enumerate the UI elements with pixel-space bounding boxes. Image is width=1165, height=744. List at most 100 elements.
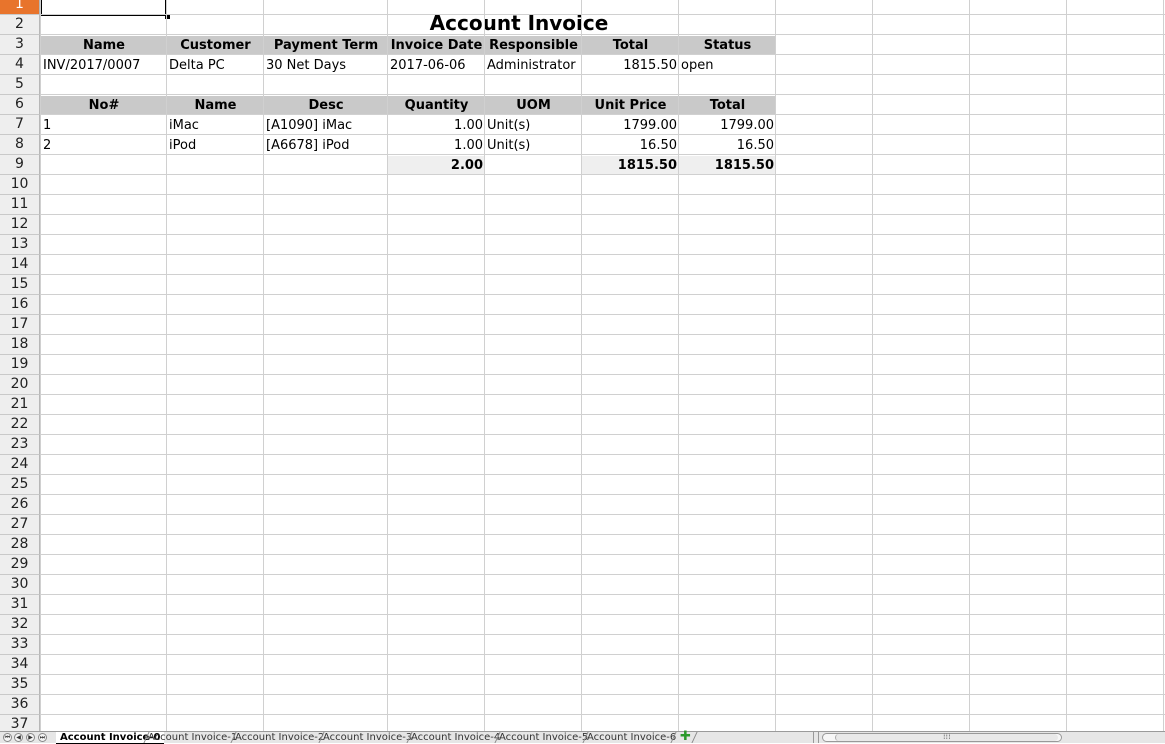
row-gridline — [40, 414, 1165, 415]
row-header-8[interactable]: 8 — [0, 135, 40, 155]
invoice-title: Account Invoice — [429, 12, 609, 34]
row-header-31[interactable]: 31 — [0, 595, 40, 615]
line-2-quantity[interactable]: 1.00 — [388, 136, 485, 155]
line-label-no[interactable]: No# — [41, 96, 167, 115]
spreadsheet-grid[interactable]: 1 2 3 4 5 6 7 8 9 10 11 12 13 14 15 16 17 18 19 20 21 22 23 24 2… — [0, 0, 1165, 731]
row-header-5[interactable]: 5 — [0, 75, 40, 95]
add-sheet-icon[interactable]: ✚ — [680, 730, 691, 743]
row-header-33[interactable]: 33 — [0, 635, 40, 655]
line-label-name[interactable]: Name — [167, 96, 264, 115]
total-amount[interactable]: 1815.50 — [679, 156, 776, 175]
row-header-32[interactable]: 32 — [0, 615, 40, 635]
status-cell[interactable]: open — [679, 56, 776, 75]
row-header-20[interactable]: 20 — [0, 375, 40, 395]
header-label-name[interactable]: Name — [41, 36, 167, 55]
invoice-date-cell[interactable]: 2017-06-06 — [388, 56, 485, 75]
row-header-15[interactable]: 15 — [0, 275, 40, 295]
line-label-quantity[interactable]: Quantity — [388, 96, 485, 115]
row-header-19[interactable]: 19 — [0, 355, 40, 375]
row-header-36[interactable]: 36 — [0, 695, 40, 715]
row-gridline — [40, 174, 1165, 175]
line-2-no[interactable]: 2 — [41, 136, 167, 155]
tab-account-invoice-6[interactable]: Account Invoice-6 — [583, 732, 680, 743]
header-label-responsible[interactable]: Responsible — [485, 36, 582, 55]
line-1-desc[interactable]: [A1090] iMac — [264, 116, 388, 135]
row-header-28[interactable]: 28 — [0, 535, 40, 555]
row-header-11[interactable]: 11 — [0, 195, 40, 215]
customer-cell[interactable]: Delta PC — [167, 56, 264, 75]
total-unit-price[interactable]: 1815.50 — [582, 156, 679, 175]
line-label-unit-price[interactable]: Unit Price — [582, 96, 679, 115]
row-header-4[interactable]: 4 — [0, 55, 40, 75]
row-header-9[interactable]: 9 — [0, 155, 40, 175]
header-label-total[interactable]: Total — [582, 36, 679, 55]
line-1-quantity[interactable]: 1.00 — [388, 116, 485, 135]
row-header-14[interactable]: 14 — [0, 255, 40, 275]
total-quantity[interactable]: 2.00 — [388, 156, 485, 175]
line-1-no[interactable]: 1 — [41, 116, 167, 135]
row-header-10[interactable]: 10 — [0, 175, 40, 195]
line-1-uom[interactable]: Unit(s) — [485, 116, 582, 135]
row-header-21[interactable]: 21 — [0, 395, 40, 415]
line-1-unit-price[interactable]: 1799.00 — [582, 116, 679, 135]
header-label-invoice-date[interactable]: Invoice Date — [388, 36, 485, 55]
line-label-desc[interactable]: Desc — [264, 96, 388, 115]
row-header-24[interactable]: 24 — [0, 455, 40, 475]
line-1-name[interactable]: iMac — [167, 116, 264, 135]
row-header-23[interactable]: 23 — [0, 435, 40, 455]
prev-sheet-icon[interactable]: ◀ — [14, 733, 23, 742]
row-gridline — [40, 94, 1165, 95]
row-header-3[interactable]: 3 — [0, 35, 40, 55]
row-gridline — [40, 434, 1165, 435]
header-label-payment-term[interactable]: Payment Term — [264, 36, 388, 55]
first-sheet-icon[interactable]: ⏮ — [3, 733, 12, 742]
row-header-35[interactable]: 35 — [0, 675, 40, 695]
next-sheet-icon[interactable]: ▶ — [26, 733, 35, 742]
tab-account-invoice-3[interactable]: Account Invoice-3 — [319, 732, 416, 743]
row-gridline — [40, 594, 1165, 595]
row-header-2[interactable]: 2 — [0, 15, 40, 35]
row-header-1[interactable]: 1 — [0, 0, 40, 15]
row-header-6[interactable]: 6 — [0, 95, 40, 115]
invoice-total-cell[interactable]: 1815.50 — [582, 56, 679, 75]
row-header-34[interactable]: 34 — [0, 655, 40, 675]
tab-account-invoice-2[interactable]: Account Invoice-2 — [231, 732, 328, 743]
row-header-25[interactable]: 25 — [0, 475, 40, 495]
row-header-29[interactable]: 29 — [0, 555, 40, 575]
row-gridline — [40, 614, 1165, 615]
row-header-16[interactable]: 16 — [0, 295, 40, 315]
responsible-cell[interactable]: Administrator — [485, 56, 582, 75]
line-1-total[interactable]: 1799.00 — [679, 116, 776, 135]
row-header-30[interactable]: 30 — [0, 575, 40, 595]
header-label-customer[interactable]: Customer — [167, 36, 264, 55]
line-2-desc[interactable]: [A6678] iPod — [264, 136, 388, 155]
row-gridline — [40, 314, 1165, 315]
row-header-26[interactable]: 26 — [0, 495, 40, 515]
line-label-total[interactable]: Total — [679, 96, 776, 115]
column-gridline — [775, 0, 776, 731]
last-sheet-icon[interactable]: ⏭ — [38, 733, 47, 742]
header-label-status[interactable]: Status — [679, 36, 776, 55]
tab-bar-splitter[interactable] — [813, 732, 819, 743]
line-2-name[interactable]: iPod — [167, 136, 264, 155]
invoice-name-cell[interactable]: INV/2017/0007 — [41, 56, 167, 75]
row-header-12[interactable]: 12 — [0, 215, 40, 235]
row-header-27[interactable]: 27 — [0, 515, 40, 535]
row-header-18[interactable]: 18 — [0, 335, 40, 355]
payment-term-cell[interactable]: 30 Net Days — [264, 56, 388, 75]
line-label-uom[interactable]: UOM — [485, 96, 582, 115]
row-gridline — [40, 334, 1165, 335]
row-header-17[interactable]: 17 — [0, 315, 40, 335]
row-header-37[interactable]: 37 — [0, 715, 40, 731]
line-2-unit-price[interactable]: 16.50 — [582, 136, 679, 155]
row-gridline — [40, 74, 1165, 75]
line-2-uom[interactable]: Unit(s) — [485, 136, 582, 155]
tab-account-invoice-1[interactable]: Account Invoice-1 — [144, 732, 241, 743]
tab-account-invoice-4[interactable]: Account Invoice-4 — [407, 732, 504, 743]
tab-account-invoice-5[interactable]: Account Invoice-5 — [495, 732, 592, 743]
horizontal-scrollbar[interactable]: ⁞⁞⁞ — [822, 732, 1062, 742]
line-2-total[interactable]: 16.50 — [679, 136, 776, 155]
row-header-22[interactable]: 22 — [0, 415, 40, 435]
row-header-13[interactable]: 13 — [0, 235, 40, 255]
row-header-7[interactable]: 7 — [0, 115, 40, 135]
